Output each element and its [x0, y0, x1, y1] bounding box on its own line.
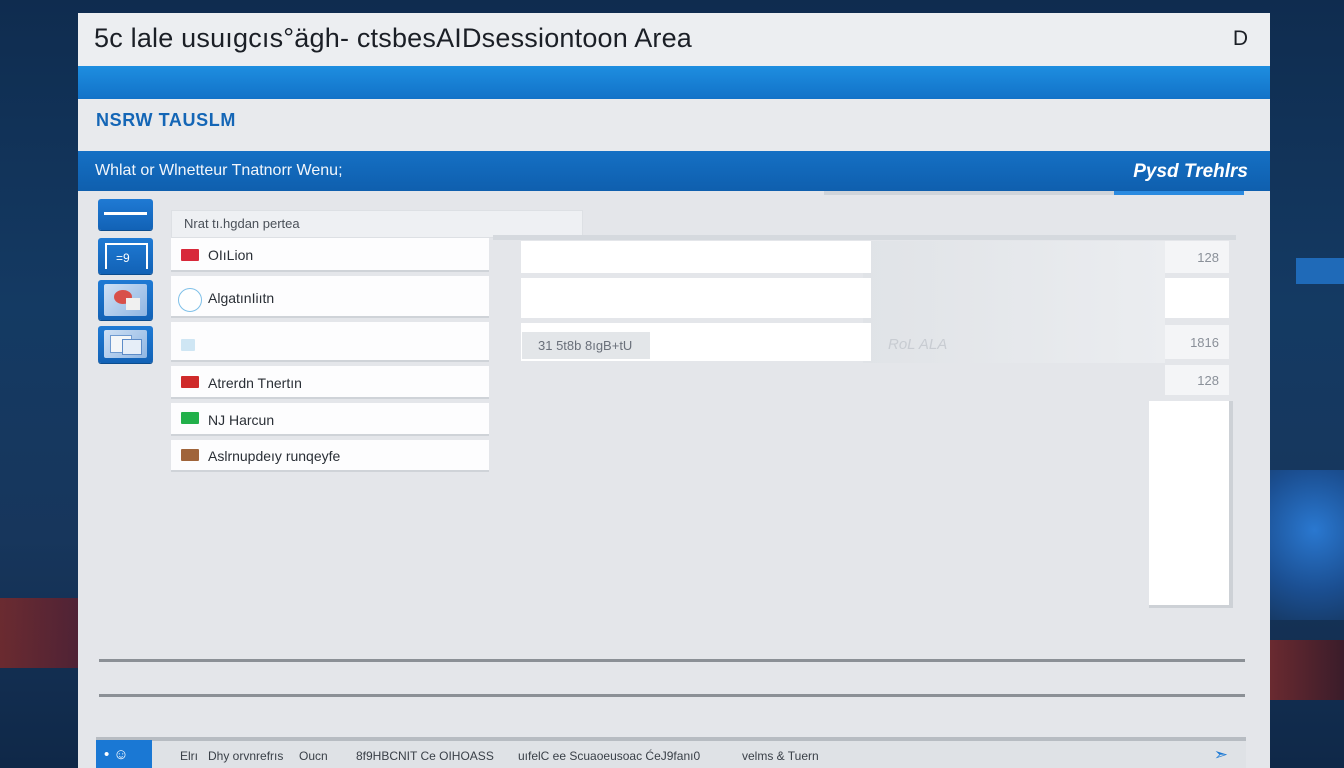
- status-item: 8f9HBCNIT Ce OIHOASS: [356, 749, 494, 763]
- ribbon-bar: [78, 66, 1270, 99]
- status-item: Oucn: [299, 749, 328, 763]
- value-cell: 128: [1165, 241, 1229, 273]
- list-item[interactable]: [171, 322, 489, 362]
- value-text: 128: [1197, 373, 1219, 388]
- status-button-glyph: • ☺: [104, 746, 129, 763]
- list-item-label: AlgatınIiıtn: [208, 290, 275, 306]
- backdrop-accent: [1296, 258, 1344, 284]
- search-input[interactable]: Nrat tı.hgdan pertea: [171, 210, 583, 238]
- backdrop-accent: [1270, 470, 1344, 620]
- panel-row[interactable]: [521, 278, 871, 318]
- menu-bar-action[interactable]: Pysd Trehlrs: [1133, 161, 1248, 183]
- status-bar: • ☺ Elrı Dhy orvnrefrıs Oucn 8f9HBCNIT C…: [96, 737, 1246, 768]
- window-icon-glyph: =9: [116, 251, 130, 265]
- image-icon: [104, 284, 147, 316]
- value-cell: 1816: [1165, 325, 1229, 359]
- status-item: uıfelC ee Scuaoeusoac ĆeJ9fanı0: [518, 749, 701, 763]
- panel-ghost-text: RoL ALA: [888, 336, 948, 353]
- minus-icon: [104, 212, 147, 215]
- status-start-button[interactable]: • ☺: [96, 740, 152, 768]
- flag-icon: [181, 376, 199, 388]
- menu-bar-label: Whlat or Wlnetteur Tnatnorr Wenu;: [95, 162, 343, 179]
- value-cell: [1165, 278, 1229, 318]
- title-bar: 5c lale usuıgcıs°ägh- ctsbesAIDsessionto…: [78, 13, 1270, 66]
- status-item: Elrı: [180, 749, 198, 763]
- list-item-label: OIıLion: [208, 247, 254, 263]
- value-cell: 128: [1165, 365, 1229, 395]
- panel-chip-label: 31 5t8b 8ıgB+tU: [538, 338, 633, 353]
- cursor-icon[interactable]: ➣: [1214, 745, 1228, 765]
- app-window: 5c lale usuıgcıs°ägh- ctsbesAIDsessionto…: [78, 13, 1270, 768]
- sidebar-button-minus[interactable]: [98, 199, 153, 230]
- backdrop-accent: [1270, 640, 1344, 700]
- panel-chip[interactable]: 31 5t8b 8ıgB+tU: [522, 332, 650, 359]
- list-item[interactable]: Aslrnupdeıy runqeyfe: [171, 440, 489, 472]
- globe-icon: [178, 288, 202, 312]
- list-item[interactable]: OIıLion: [171, 238, 489, 272]
- status-item: Dhy orvnrefrıs: [208, 749, 284, 763]
- preview-panel: [1149, 401, 1233, 608]
- list-item-label: NJ Harcun: [208, 412, 275, 428]
- flag-icon: [181, 412, 199, 424]
- list-item-label: Atrerdn Tnertın: [208, 375, 302, 391]
- subheader: [78, 99, 1270, 151]
- sidebar-button-image[interactable]: [98, 280, 153, 320]
- value-text: 1816: [1190, 335, 1219, 350]
- status-item: velms & Tuern: [742, 749, 819, 763]
- window-title: 5c lale usuıgcıs°ägh- ctsbesAIDsessionto…: [94, 23, 693, 53]
- file-icon: [181, 339, 195, 351]
- value-text: 128: [1197, 250, 1219, 265]
- folder-icon: [181, 449, 199, 461]
- sidebar-button-window[interactable]: =9: [98, 238, 153, 274]
- sidebar-button-gallery[interactable]: [98, 326, 153, 363]
- list-item[interactable]: AlgatınIiıtn: [171, 276, 489, 318]
- backdrop-accent: [0, 598, 78, 668]
- panel-divider: [493, 235, 1236, 240]
- menu-underline-active: [1114, 191, 1244, 195]
- section-title: NSRW TAUSLM: [96, 110, 236, 130]
- divider: [99, 694, 1245, 697]
- flag-icon: [181, 249, 199, 261]
- list-item-label: Aslrnupdeıy runqeyfe: [208, 448, 341, 464]
- list-item[interactable]: NJ Harcun: [171, 403, 489, 436]
- title-bar-button[interactable]: D: [1233, 27, 1248, 51]
- gallery-icon: [104, 330, 147, 358]
- search-placeholder: Nrat tı.hgdan pertea: [184, 216, 300, 231]
- panel-row[interactable]: [521, 241, 871, 273]
- divider: [99, 659, 1245, 662]
- list-item[interactable]: Atrerdn Tnertın: [171, 366, 489, 399]
